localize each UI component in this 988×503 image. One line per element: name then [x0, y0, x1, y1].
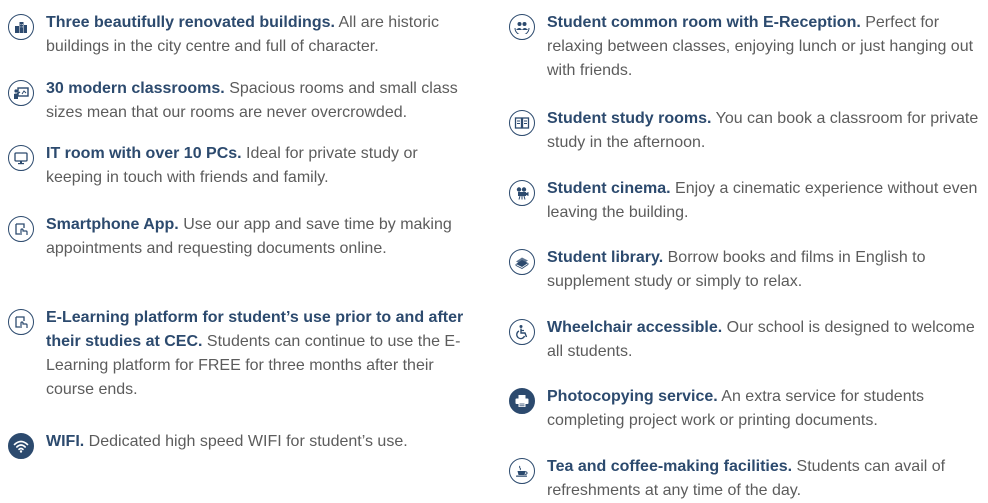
item-title: Wheelchair accessible.	[547, 319, 723, 336]
item-text: Student study rooms. You can book a clas…	[547, 107, 979, 155]
item-text: Smartphone App. Use our app and save tim…	[46, 213, 478, 261]
item-body: Dedicated high speed WIFI for student’s …	[84, 433, 408, 450]
item-title: Student study rooms.	[547, 110, 712, 127]
smartphone-touch-icon	[8, 216, 34, 242]
open-book-icon	[509, 110, 535, 136]
wifi-icon	[8, 433, 34, 459]
classroom-board-icon	[8, 80, 34, 106]
wheelchair-icon	[509, 319, 535, 345]
item-title: Student library.	[547, 249, 664, 266]
printer-icon	[509, 388, 535, 414]
item-text: Tea and coffee-making facilities. Studen…	[547, 455, 979, 503]
reception-people-icon	[509, 14, 535, 40]
item-title: Student cinema.	[547, 180, 671, 197]
item-title: Photocopying service.	[547, 388, 718, 405]
item-text: Wheelchair accessible. Our school is des…	[547, 316, 979, 364]
item-text: IT room with over 10 PCs. Ideal for priv…	[46, 142, 478, 190]
item-title: IT room with over 10 PCs.	[46, 145, 242, 162]
item-title: Three beautifully renovated buildings.	[46, 14, 335, 31]
item-title: Smartphone App.	[46, 216, 179, 233]
item-title: Tea and coffee-making facilities.	[547, 458, 793, 475]
item-text: Three beautifully renovated buildings. A…	[46, 11, 478, 59]
facilities-page: Three beautifully renovated buildings. A…	[0, 0, 988, 500]
touch-learning-icon	[8, 309, 34, 335]
film-camera-icon	[509, 180, 535, 206]
item-text: Student cinema. Enjoy a cinematic experi…	[547, 177, 979, 225]
item-text: WIFI. Dedicated high speed WIFI for stud…	[46, 430, 478, 454]
books-icon	[509, 249, 535, 275]
item-title: Student common room with E-Reception.	[547, 14, 861, 31]
item-text: Student library. Borrow books and films …	[547, 246, 979, 294]
item-text: 30 modern classrooms. Spacious rooms and…	[46, 77, 478, 125]
item-title: 30 modern classrooms.	[46, 80, 225, 97]
coffee-cup-icon	[509, 458, 535, 484]
monitor-icon	[8, 145, 34, 171]
item-text: Student common room with E-Reception. Pe…	[547, 11, 979, 83]
item-title: WIFI.	[46, 433, 85, 450]
buildings-icon	[8, 14, 34, 40]
item-text: E-Learning platform for student’s use pr…	[46, 306, 478, 402]
item-text: Photocopying service. An extra service f…	[547, 385, 979, 433]
